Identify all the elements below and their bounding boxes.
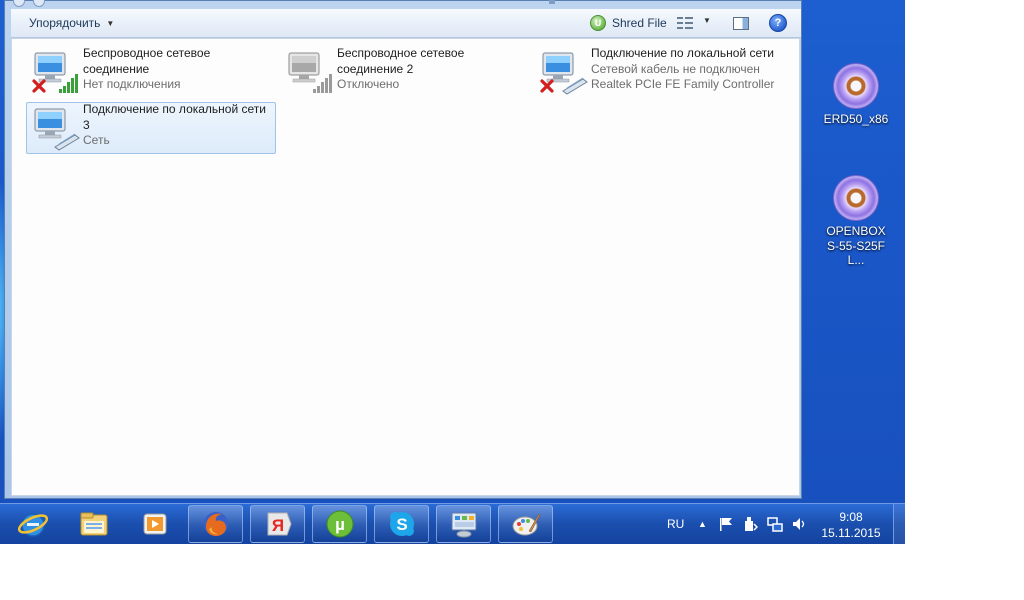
- tray-network[interactable]: [767, 504, 783, 544]
- connection-name: Беспроводное сетевое соединение: [83, 46, 211, 76]
- usb-device-icon: [745, 517, 758, 531]
- taskbar-firefox[interactable]: [188, 505, 243, 543]
- show-desktop-button[interactable]: [893, 504, 906, 544]
- help-icon: ?: [769, 14, 787, 32]
- language-label: RU: [667, 517, 685, 531]
- media-player-icon: [143, 513, 166, 535]
- taskbar-yandex[interactable]: Я: [250, 505, 305, 543]
- wireless-network-adapter-icon: [32, 52, 78, 93]
- clock[interactable]: 9:08 15.11.2015: [812, 509, 890, 541]
- taskbar-control-panel[interactable]: [436, 505, 491, 543]
- preview-pane-button[interactable]: [733, 9, 749, 37]
- paint-icon: [512, 513, 540, 536]
- file-explorer-icon: [80, 512, 107, 536]
- firefox-icon: [203, 512, 228, 536]
- internet-explorer-icon: [17, 513, 48, 537]
- connection-status: Сеть: [83, 133, 110, 147]
- taskbar-media-player[interactable]: [127, 505, 182, 543]
- svg-text:µ: µ: [335, 515, 345, 534]
- connection-item-wireless-2[interactable]: Беспроводное сетевое соединение 2 Отключ…: [280, 46, 530, 98]
- svg-text:Я: Я: [271, 516, 283, 535]
- shred-icon: U: [590, 15, 606, 31]
- dvd-disc-icon: [834, 64, 878, 108]
- help-button[interactable]: ?: [769, 9, 787, 37]
- organize-button[interactable]: Упорядочить ▼: [29, 9, 114, 37]
- taskbar-paint[interactable]: [498, 505, 553, 543]
- connections-list: Беспроводное сетевое соединение Нет подк…: [11, 38, 800, 496]
- back-button-edge[interactable]: [13, 0, 25, 7]
- connection-name: Беспроводное сетевое соединение 2: [337, 46, 465, 76]
- taskbar-skype[interactable]: S: [374, 505, 429, 543]
- network-icon: [767, 517, 783, 532]
- skype-icon: S: [389, 512, 414, 536]
- connection-name: Подключение по локальной сети 3: [83, 102, 266, 132]
- wired-network-adapter-icon: [540, 52, 588, 95]
- tray-volume[interactable]: [791, 504, 807, 544]
- tray-safely-remove-hardware[interactable]: [742, 504, 758, 544]
- connection-status: Сетевой кабель не подключен: [591, 61, 760, 76]
- wired-network-adapter-icon: [34, 108, 80, 151]
- shred-file-button[interactable]: U Shred File: [590, 9, 667, 37]
- network-connections-window: Упорядочить ▼ U Shred File ▼ ? Беспровод…: [4, 0, 802, 499]
- dvd-disc-icon: [834, 176, 878, 220]
- shred-file-label: Shred File: [612, 16, 667, 30]
- taskbar-utorrent[interactable]: µ: [312, 505, 367, 543]
- chevron-down-icon: ▼: [703, 16, 711, 25]
- clock-date: 15.11.2015: [821, 526, 881, 540]
- connection-item-lan-1[interactable]: Подключение по локальной сети Сетевой ка…: [534, 46, 796, 98]
- connection-status: Нет подключения: [83, 77, 181, 91]
- desktop: ERD50_x86 OPENBOX S-55-S25FL... Упорядоч…: [0, 0, 905, 543]
- connection-adapter: Realtek PCIe FE Family Controller: [591, 77, 775, 91]
- wireless-network-adapter-disabled-icon: [288, 52, 332, 93]
- organize-label: Упорядочить: [29, 16, 101, 30]
- svg-text:S: S: [396, 515, 407, 534]
- tray-action-center[interactable]: [718, 504, 734, 544]
- taskbar: Я µ S RU ▲ 9:08 15.11.2015: [0, 503, 906, 544]
- chevron-up-icon: ▲: [698, 519, 707, 529]
- connection-item-wireless-1[interactable]: Беспроводное сетевое соединение Нет подк…: [26, 46, 276, 98]
- yandex-icon: Я: [267, 512, 292, 536]
- clock-time: 9:08: [839, 510, 863, 524]
- desktop-icon-label: ERD50_x86: [823, 112, 889, 126]
- window-frame-top: [11, 0, 801, 7]
- utorrent-icon: µ: [326, 510, 353, 538]
- flag-icon: [720, 518, 732, 531]
- command-bar: Упорядочить ▼ U Shred File ▼ ?: [11, 9, 801, 38]
- speaker-icon: [793, 518, 805, 530]
- desktop-icon-erd50[interactable]: ERD50_x86: [811, 64, 901, 127]
- chevron-down-icon: ▼: [106, 18, 115, 28]
- connection-item-lan-3[interactable]: Подключение по локальной сети 3 Сеть: [26, 102, 276, 154]
- connection-name: Подключение по локальной сети: [591, 46, 774, 60]
- taskbar-file-explorer[interactable]: [66, 505, 121, 543]
- show-hidden-icons-button[interactable]: ▲: [698, 504, 707, 544]
- desktop-icon-label: OPENBOX S-55-S25FL...: [826, 224, 886, 267]
- address-bar-edge: [549, 0, 555, 4]
- change-view-button[interactable]: ▼: [677, 9, 711, 37]
- preview-pane-icon: [733, 16, 749, 30]
- view-options-icon: ▼: [677, 16, 711, 30]
- desktop-icon-openbox[interactable]: OPENBOX S-55-S25FL...: [811, 176, 901, 268]
- connection-status: Отключено: [337, 77, 400, 91]
- control-panel-icon: [451, 512, 476, 538]
- taskbar-internet-explorer[interactable]: [5, 505, 60, 543]
- forward-button-edge[interactable]: [33, 0, 45, 7]
- language-indicator[interactable]: RU: [667, 504, 684, 544]
